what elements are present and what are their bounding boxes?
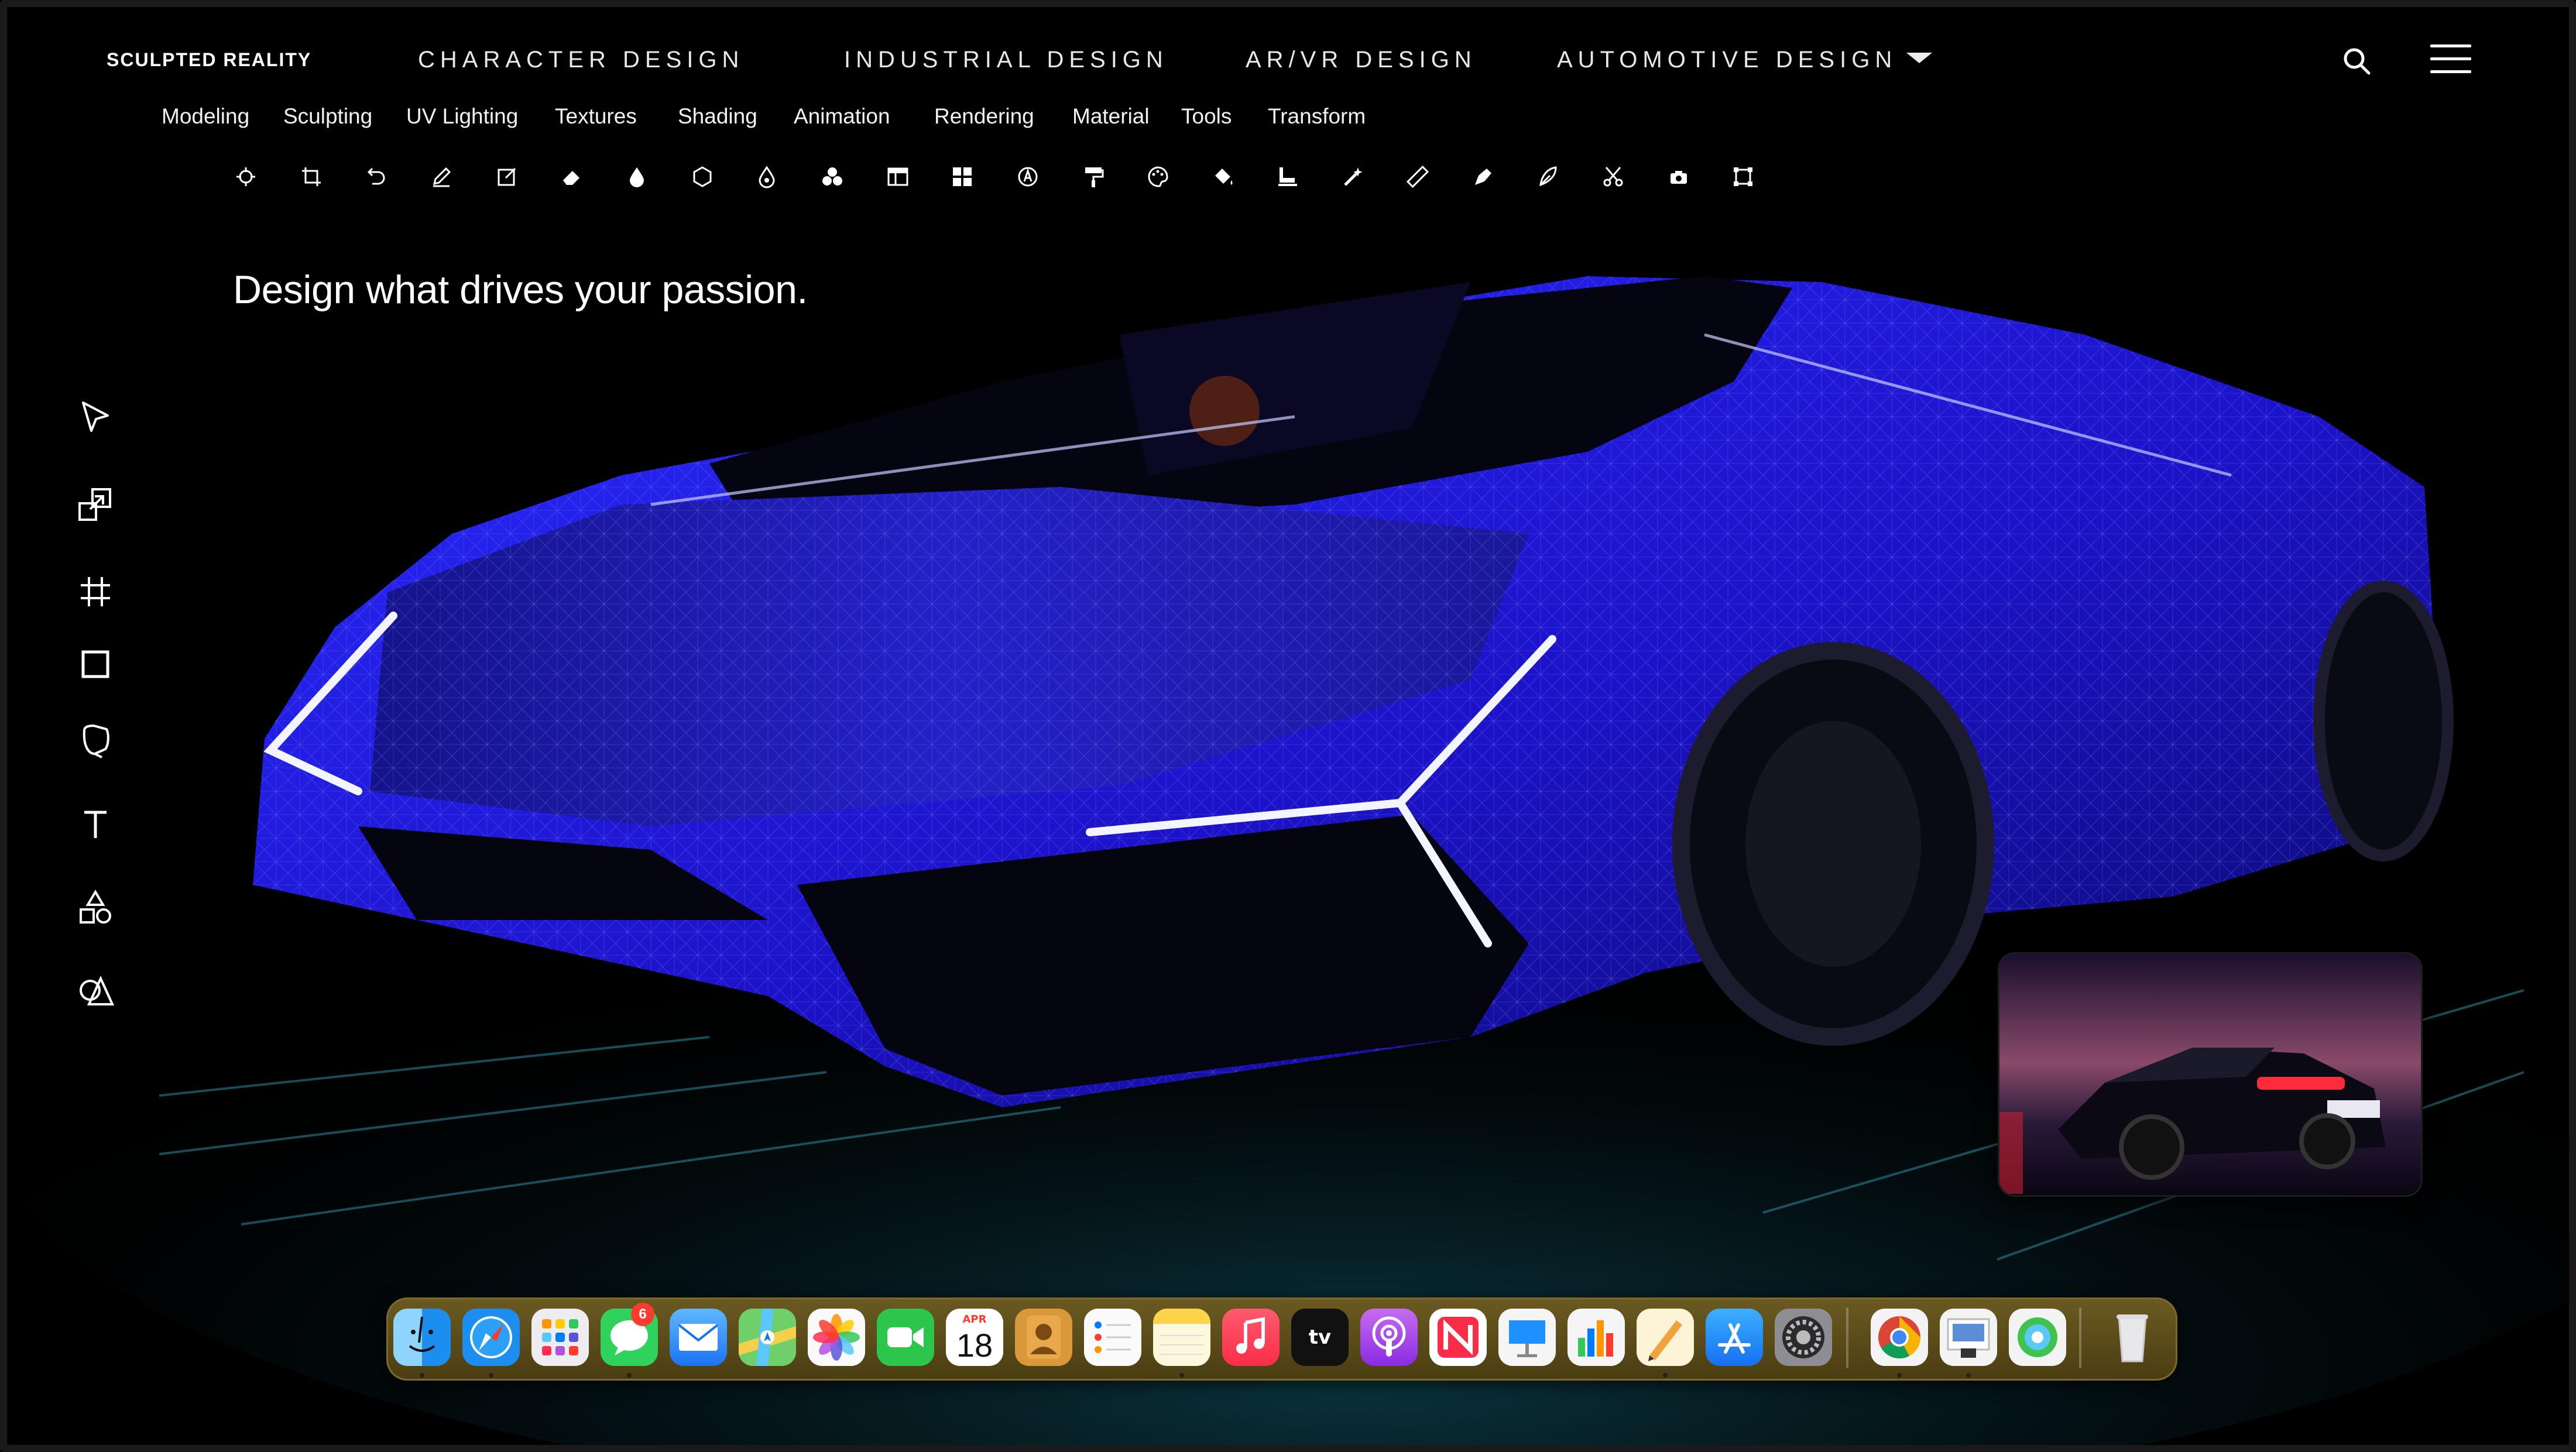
preview-image xyxy=(1999,954,2421,1195)
pen-icon[interactable] xyxy=(430,165,453,188)
running-indicator xyxy=(420,1373,424,1378)
search-icon[interactable] xyxy=(2341,46,2372,76)
subnav-shading[interactable]: Shading xyxy=(678,104,757,129)
nav-industrial-design[interactable]: INDUSTRIAL DESIGN xyxy=(844,47,1168,73)
dock-separator xyxy=(2079,1307,2081,1368)
magic-wand-icon[interactable] xyxy=(1342,165,1365,188)
paint-roller-icon[interactable] xyxy=(1082,165,1105,188)
calendar-icon[interactable]: APR 18 xyxy=(946,1309,1003,1366)
find-my-icon[interactable] xyxy=(2009,1309,2066,1366)
shape-builder-icon[interactable] xyxy=(76,973,115,1011)
launchpad-icon[interactable] xyxy=(531,1309,589,1366)
fill-bucket-icon[interactable] xyxy=(1212,165,1235,188)
shapes-icon[interactable] xyxy=(76,888,115,927)
stamp-icon[interactable] xyxy=(1276,165,1299,188)
tv-label: tv xyxy=(1308,1326,1332,1349)
subnav-textures[interactable]: Textures xyxy=(555,104,637,129)
hero-car-render xyxy=(7,276,2569,1445)
palette-icon[interactable] xyxy=(1146,165,1169,188)
subnav-animation[interactable]: Animation xyxy=(794,104,890,129)
preview-thumbnail[interactable] xyxy=(1999,954,2421,1195)
podcasts-icon[interactable] xyxy=(1360,1309,1418,1366)
camera-icon[interactable] xyxy=(1667,165,1690,188)
hero-tagline: Design what drives your passion. xyxy=(233,267,808,312)
subnav-uv-lighting[interactable]: UV Lighting xyxy=(406,104,518,129)
mail-icon[interactable] xyxy=(670,1309,727,1366)
running-indicator xyxy=(1179,1373,1184,1378)
subnav-tools[interactable]: Tools xyxy=(1181,104,1232,129)
layout-icon[interactable] xyxy=(886,165,910,188)
running-indicator xyxy=(1897,1373,1902,1378)
numbers-icon[interactable] xyxy=(1567,1309,1625,1366)
keynote-icon[interactable] xyxy=(1498,1309,1556,1366)
nav-ar-vr-design[interactable]: AR/VR DESIGN xyxy=(1246,47,1477,73)
ink-drop-icon[interactable] xyxy=(755,165,778,188)
music-icon[interactable] xyxy=(1222,1309,1280,1366)
resize-icon[interactable] xyxy=(76,486,115,524)
notes-icon[interactable] xyxy=(1153,1309,1210,1366)
lasso-icon[interactable] xyxy=(76,721,115,760)
feather-icon[interactable] xyxy=(1536,165,1559,188)
preview-icon[interactable] xyxy=(1940,1309,1997,1366)
app-store-icon[interactable] xyxy=(1706,1309,1763,1366)
nav-character-design[interactable]: CHARACTER DESIGN xyxy=(418,47,744,73)
app-window: SCULPTED REALITY CHARACTER DESIGN INDUST… xyxy=(0,0,2576,1452)
pages-icon[interactable] xyxy=(1637,1309,1694,1366)
contacts-icon[interactable] xyxy=(1015,1309,1072,1366)
tv-icon[interactable]: tv xyxy=(1291,1309,1349,1366)
frame-icon[interactable] xyxy=(76,572,115,611)
finder-icon[interactable] xyxy=(393,1309,451,1366)
subnav-rendering[interactable]: Rendering xyxy=(934,104,1034,129)
edit-box-icon[interactable] xyxy=(495,165,519,188)
text-icon[interactable] xyxy=(76,805,115,844)
subnav-modeling[interactable]: Modeling xyxy=(162,104,249,129)
eraser-icon[interactable] xyxy=(560,165,583,188)
circles-icon[interactable] xyxy=(821,165,844,188)
running-indicator xyxy=(1966,1373,1971,1378)
hamburger-menu-icon[interactable] xyxy=(2430,44,2471,76)
transform-box-icon[interactable] xyxy=(1731,165,1755,188)
calendar-day: 18 xyxy=(956,1327,993,1364)
chrome-icon[interactable] xyxy=(1871,1309,1928,1366)
compass-icon[interactable] xyxy=(1016,165,1040,188)
target-icon[interactable] xyxy=(234,165,258,188)
nav-automotive-design[interactable]: AUTOMOTIVE DESIGN xyxy=(1557,47,1897,73)
chevron-down-icon[interactable] xyxy=(1906,53,1932,63)
photos-icon[interactable] xyxy=(808,1309,865,1366)
brand-logo[interactable]: SCULPTED REALITY xyxy=(107,49,311,71)
undo-icon[interactable] xyxy=(364,165,387,188)
system-settings-icon[interactable] xyxy=(1775,1309,1832,1366)
subnav-material[interactable]: Material xyxy=(1072,104,1150,129)
maps-icon[interactable] xyxy=(739,1309,796,1366)
calendar-month: APR xyxy=(962,1313,987,1326)
rectangle-icon[interactable] xyxy=(76,645,115,684)
running-indicator xyxy=(489,1373,493,1378)
crop-icon[interactable] xyxy=(300,165,323,188)
scissors-icon[interactable] xyxy=(1601,165,1625,188)
hexagon-icon[interactable] xyxy=(691,165,714,188)
running-indicator xyxy=(1663,1373,1668,1378)
reminders-icon[interactable] xyxy=(1084,1309,1141,1366)
grid-icon[interactable] xyxy=(951,165,974,188)
drop-icon[interactable] xyxy=(625,165,649,188)
news-icon[interactable] xyxy=(1429,1309,1487,1366)
pen-nib-icon[interactable] xyxy=(1471,165,1495,188)
subnav-transform[interactable]: Transform xyxy=(1268,104,1366,129)
trash-icon[interactable] xyxy=(2104,1309,2161,1366)
running-indicator xyxy=(627,1373,632,1378)
safari-icon[interactable] xyxy=(462,1309,520,1366)
pointer-icon[interactable] xyxy=(76,398,115,437)
facetime-icon[interactable] xyxy=(877,1309,934,1366)
dock-separator xyxy=(1846,1307,1848,1368)
messages-badge: 6 xyxy=(631,1303,654,1326)
subnav-sculpting[interactable]: Sculpting xyxy=(283,104,372,129)
ruler-icon[interactable] xyxy=(1406,165,1429,188)
